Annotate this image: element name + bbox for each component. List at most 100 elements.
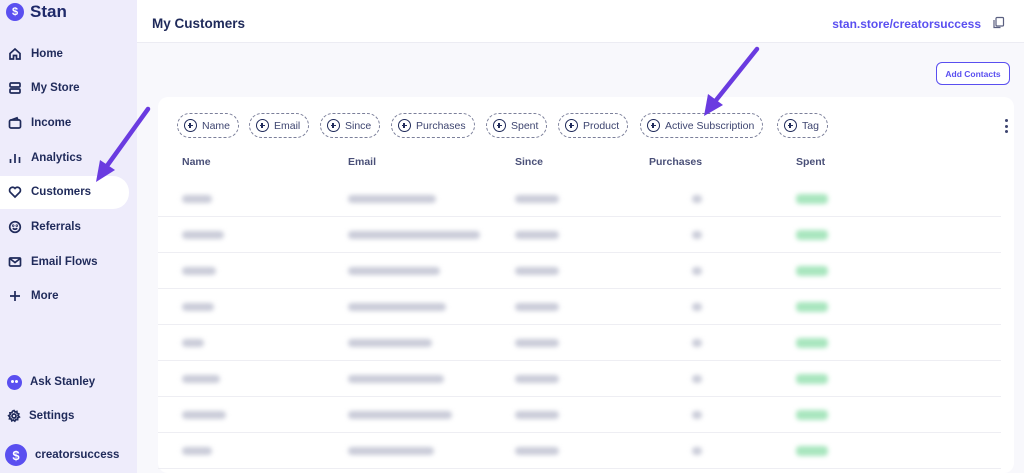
table-row[interactable] (158, 253, 1001, 289)
add-circle-icon (493, 119, 506, 132)
add-circle-icon (256, 119, 269, 132)
sidebar-item-label: Ask Stanley (30, 376, 96, 388)
sidebar: $ Stan Home My Store Income Analytics Cu… (0, 0, 137, 473)
add-contacts-button[interactable]: Add Contacts (936, 62, 1010, 85)
filter-chip-label: Active Subscription (665, 119, 755, 132)
spent-cell (796, 266, 828, 276)
sidebar-item-label: Analytics (31, 151, 83, 164)
brand-name: Stan (30, 2, 67, 21)
sidebar-item-ask-stanley[interactable]: Ask Stanley (0, 365, 137, 399)
sidebar-item-home[interactable]: Home (0, 37, 137, 70)
brand-logo-icon: $ (6, 3, 24, 21)
table-row[interactable] (158, 325, 1001, 361)
gear-icon (7, 409, 21, 423)
name-cell (182, 447, 212, 455)
stanley-icon (7, 374, 22, 390)
page-title: My Customers (152, 16, 246, 31)
sidebar-item-label: Customers (31, 186, 92, 199)
sidebar-item-referrals[interactable]: Referrals (0, 210, 137, 243)
profile[interactable]: $ creatorsuccess (5, 444, 119, 466)
since-cell (515, 339, 559, 347)
name-cell (182, 195, 212, 203)
filter-chip-email[interactable]: Email (249, 113, 310, 138)
email-cell (348, 231, 480, 239)
column-header-purchases[interactable]: Purchases (649, 156, 702, 168)
column-header-name[interactable]: Name (182, 156, 211, 168)
more-options-icon[interactable] (1004, 119, 1008, 133)
store-link[interactable]: stan.store/creatorsuccess (832, 17, 981, 31)
name-cell (182, 375, 220, 383)
sidebar-item-email-flows[interactable]: Email Flows (0, 245, 137, 278)
filter-chip-spent[interactable]: Spent (486, 113, 548, 138)
sidebar-item-analytics[interactable]: Analytics (0, 141, 137, 174)
sidebar-item-label: Home (31, 47, 63, 60)
profile-name: creatorsuccess (35, 449, 120, 461)
since-cell (515, 447, 559, 455)
since-cell (515, 231, 559, 239)
filter-chip-label: Purchases (416, 119, 466, 132)
table-row[interactable] (158, 361, 1001, 397)
filter-chip-name[interactable]: Name (177, 113, 240, 138)
column-header-email[interactable]: Email (348, 156, 376, 168)
spent-cell (796, 302, 828, 312)
purchases-cell (692, 339, 702, 347)
plus-icon (8, 289, 22, 303)
filter-chip-label: Email (274, 119, 301, 132)
name-cell (182, 231, 224, 239)
sidebar-item-my-store[interactable]: My Store (0, 72, 137, 105)
add-circle-icon (327, 119, 340, 132)
mail-icon (8, 255, 22, 269)
spent-cell (796, 374, 828, 384)
sidebar-nav: Home My Store Income Analytics Customers… (0, 37, 137, 315)
table-header: Name Email Since Purchases Spent (158, 153, 848, 173)
add-circle-icon (184, 119, 197, 132)
add-circle-icon (398, 119, 411, 132)
filter-chip-product[interactable]: Product (558, 113, 629, 138)
spent-cell (796, 338, 828, 348)
store-icon (8, 81, 22, 95)
email-cell (348, 339, 432, 347)
spent-cell (796, 230, 828, 240)
filter-chip-since[interactable]: Since (320, 113, 381, 138)
table-row[interactable] (158, 181, 1001, 217)
sidebar-item-more[interactable]: More (0, 280, 137, 313)
smile-icon (8, 220, 22, 234)
column-header-spent[interactable]: Spent (796, 156, 825, 168)
name-cell (182, 303, 214, 311)
spent-cell (796, 410, 828, 420)
purchases-cell (692, 303, 702, 311)
filter-chip-purchases[interactable]: Purchases (391, 113, 475, 138)
sidebar-item-customers[interactable]: Customers (0, 175, 129, 209)
email-cell (348, 303, 446, 311)
table-row[interactable] (158, 397, 1001, 433)
email-cell (348, 267, 440, 275)
table-row[interactable] (158, 217, 1001, 253)
sidebar-bottom: Ask Stanley Settings (0, 365, 137, 433)
sidebar-item-settings[interactable]: Settings (0, 399, 137, 433)
spent-cell (796, 194, 828, 204)
email-cell (348, 195, 436, 203)
home-icon (8, 47, 22, 61)
sidebar-item-income[interactable]: Income (0, 106, 137, 139)
purchases-cell (692, 231, 702, 239)
sidebar-item-label: Settings (29, 410, 75, 422)
email-cell (348, 411, 452, 419)
wallet-icon (8, 116, 22, 130)
filter-chip-label: Tag (802, 119, 819, 132)
since-cell (515, 375, 559, 383)
filter-chip-active-subscription[interactable]: Active Subscription (640, 113, 764, 138)
table-row[interactable] (158, 433, 1001, 469)
purchases-cell (692, 195, 702, 203)
purchases-cell (692, 267, 702, 275)
add-circle-icon (565, 119, 578, 132)
filter-chip-label: Spent (511, 119, 539, 132)
column-header-since[interactable]: Since (515, 156, 543, 168)
add-circle-icon (647, 119, 660, 132)
brand[interactable]: $ Stan (6, 2, 67, 22)
sidebar-item-label: More (31, 290, 59, 303)
sidebar-item-label: Income (31, 116, 72, 129)
sidebar-item-label: My Store (31, 82, 80, 95)
table-row[interactable] (158, 289, 1001, 325)
filter-chip-tag[interactable]: Tag (777, 113, 828, 138)
copy-icon[interactable] (992, 16, 1005, 29)
